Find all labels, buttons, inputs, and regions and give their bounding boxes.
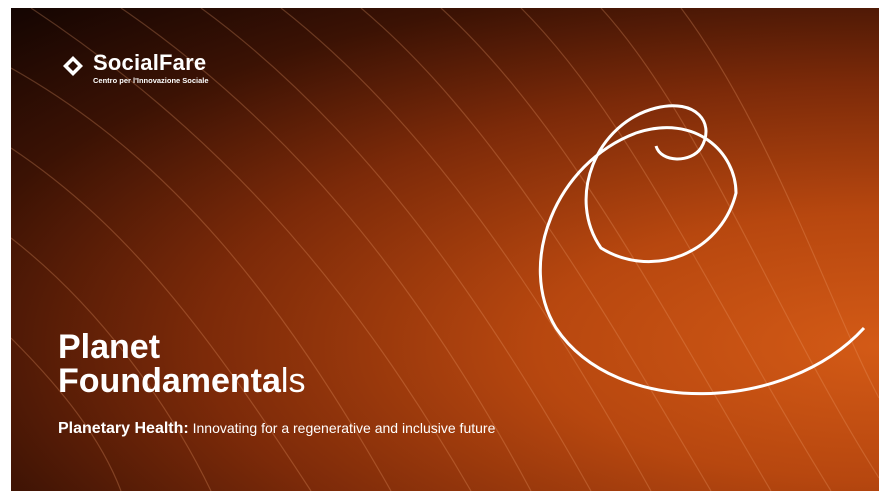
brand-tagline: Centro per l'Innovazione Sociale <box>93 76 209 85</box>
title-line-2: Foundamentals <box>58 364 305 398</box>
golden-spiral <box>538 104 866 396</box>
slide-subtitle: Planetary Health: Innovating for a regen… <box>58 420 495 438</box>
subtitle-bold: Planetary Health: <box>58 420 189 437</box>
subtitle-rest: Innovating for a regenerative and inclus… <box>188 420 496 436</box>
socialfare-logo[interactable]: SocialFare Centro per l'Innovazione Soci… <box>59 52 209 85</box>
title-line-2-light: ls <box>280 362 306 400</box>
title-slide: SocialFare Centro per l'Innovazione Soci… <box>11 8 879 491</box>
slide-frame: SocialFare Centro per l'Innovazione Soci… <box>0 0 883 499</box>
title-line-2-bold: Foundamenta <box>58 362 281 400</box>
socialfare-logo-icon <box>63 56 83 76</box>
slide-title: Planet Foundamentals <box>58 330 305 398</box>
title-line-1: Planet <box>58 328 161 366</box>
brand-name: SocialFare <box>93 50 207 75</box>
